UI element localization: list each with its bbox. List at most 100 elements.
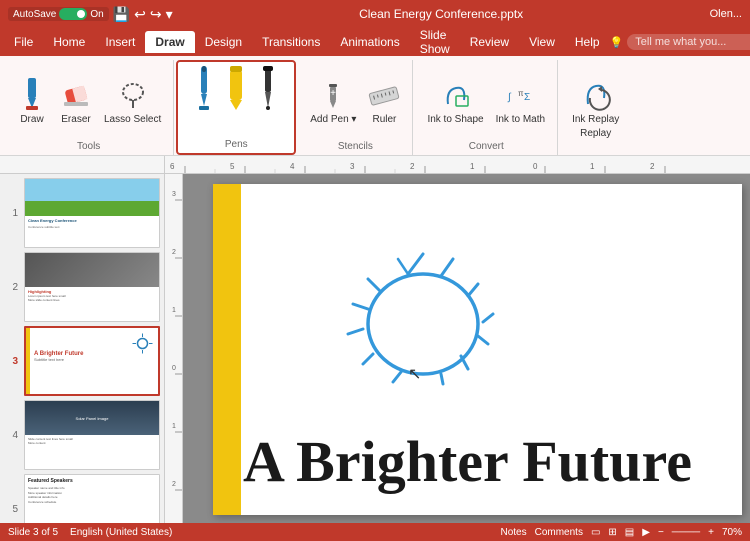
normal-view-icon[interactable]: ▭ (591, 527, 600, 538)
ribbon: Draw Eraser (0, 56, 750, 156)
lasso-label: Lasso Select (104, 114, 161, 126)
language-label: English (United States) (70, 527, 172, 538)
app-title: Clean Energy Conference.pptx (359, 7, 523, 21)
menu-design[interactable]: Design (195, 31, 252, 53)
slide-item-1[interactable]: 1 Clean Energy Conference Conference sub… (4, 178, 160, 248)
main-content: 1 Clean Energy Conference Conference sub… (0, 174, 750, 523)
comments-button[interactable]: Comments (535, 527, 583, 538)
eraser-label: Eraser (61, 114, 90, 126)
autosave-label: AutoSave (13, 9, 56, 20)
stencils-group-label: Stencils (338, 141, 373, 155)
svg-text:0: 0 (533, 162, 538, 171)
svg-text:1: 1 (590, 162, 595, 171)
menu-view[interactable]: View (519, 31, 565, 53)
ink-replay-label: Ink Replay (572, 114, 619, 126)
save-icon[interactable]: 💾 (113, 6, 130, 23)
undo-icon[interactable]: ↩ (134, 6, 146, 23)
title-bar: AutoSave On 💾 ↩ ↪ ▾ Clean Energy Confere… (0, 0, 750, 28)
ink-replay-button[interactable]: Ink Replay Replay (568, 76, 623, 144)
ribbon-group-pens: Pens (176, 60, 296, 155)
sun-drawing (293, 214, 553, 454)
menu-draw[interactable]: Draw (145, 31, 194, 53)
reading-view-icon[interactable]: ▤ (625, 527, 634, 538)
autosave-indicator[interactable]: AutoSave On (8, 7, 109, 21)
menu-review[interactable]: Review (460, 31, 519, 53)
ink-to-math-label: Ink to Math (496, 114, 545, 126)
svg-text:Σ: Σ (524, 92, 530, 103)
ink-to-shape-button[interactable]: Ink to Shape (423, 76, 487, 130)
svg-text:6: 6 (170, 162, 175, 171)
username: Olen... (710, 8, 742, 20)
menu-help[interactable]: Help (565, 31, 610, 53)
redo-icon[interactable]: ↪ (150, 6, 162, 23)
slide-item-4[interactable]: 4 Solar Panel Image Slide content text l… (4, 400, 160, 470)
slide-thumb-4[interactable]: Solar Panel Image Slide content text lin… (24, 400, 160, 470)
slide-thumb-2[interactable]: Highlighting Lorem ipsum text here small… (24, 252, 160, 322)
autosave-status: On (90, 9, 103, 20)
menu-animations[interactable]: Animations (330, 31, 409, 53)
pen-black-button[interactable] (255, 64, 281, 116)
svg-text:4: 4 (290, 162, 295, 171)
add-pen-button[interactable]: + Add Pen ▾ (306, 76, 360, 130)
slide-item-5[interactable]: 5 Featured Speakers Speaker name and tit… (4, 474, 160, 523)
draw-button[interactable]: Draw (12, 76, 52, 130)
add-pen-label: Add Pen ▾ (310, 114, 356, 126)
pens-items (191, 64, 281, 116)
slide-thumb-1[interactable]: Clean Energy Conference Conference subti… (24, 178, 160, 248)
ink-to-math-icon: ∫ π Σ (504, 80, 536, 112)
tell-me-input[interactable] (627, 34, 750, 50)
replay-items: Ink Replay Replay (568, 64, 623, 155)
zoom-slider[interactable]: ──── (672, 527, 700, 538)
ruler-vertical: 3 2 1 0 1 2 (165, 174, 183, 523)
svg-text:5: 5 (230, 162, 235, 171)
lasso-icon (117, 80, 149, 112)
ruler-button[interactable]: Ruler (364, 76, 404, 130)
ribbon-group-tools: Draw Eraser (4, 60, 174, 155)
add-pen-icon: + (317, 80, 349, 112)
main-slide[interactable]: ↖ A Brighter Future (213, 184, 742, 515)
zoom-level: 70% (722, 527, 742, 538)
slideshow-icon[interactable]: ▶ (642, 527, 650, 538)
svg-text:2: 2 (650, 162, 655, 171)
svg-text:1: 1 (172, 423, 176, 430)
slide-item-3[interactable]: 3 A Brighter Future Subt (4, 326, 160, 396)
autosave-dot (77, 10, 85, 18)
eraser-button[interactable]: Eraser (56, 76, 96, 130)
lasso-select-button[interactable]: Lasso Select (100, 76, 165, 130)
ribbon-group-replay: Ink Replay Replay (560, 60, 631, 155)
pen-yellow-button[interactable] (223, 64, 249, 116)
menu-insert[interactable]: Insert (95, 31, 145, 53)
menu-slideshow[interactable]: Slide Show (410, 24, 460, 60)
autosave-toggle[interactable] (59, 8, 87, 20)
ruler-corner (0, 156, 165, 173)
yellow-accent-bar (213, 184, 241, 515)
ink-to-math-button[interactable]: ∫ π Σ Ink to Math (492, 76, 549, 130)
lightbulb-icon: 💡 (610, 36, 624, 49)
ruler-icon (368, 80, 400, 112)
svg-text:2: 2 (172, 249, 176, 256)
menu-bar: File Home Insert Draw Design Transitions… (0, 28, 750, 56)
eraser-icon (60, 80, 92, 112)
ruler-label: Ruler (372, 114, 396, 126)
slide-thumb-3[interactable]: A Brighter Future Subtitle text here (24, 326, 160, 396)
menu-home[interactable]: Home (43, 31, 95, 53)
notes-button[interactable]: Notes (500, 527, 526, 538)
slide-number-3: 3 (4, 356, 18, 367)
slide-number-2: 2 (4, 282, 18, 293)
svg-text:0: 0 (172, 365, 176, 372)
slide-item-2[interactable]: 2 Highlighting Lorem ipsum text here sma… (4, 252, 160, 322)
tools-items: Draw Eraser (12, 64, 165, 141)
menu-file[interactable]: File (4, 31, 43, 53)
zoom-out-button[interactable]: − (658, 527, 664, 538)
slide-number-5: 5 (4, 504, 18, 515)
pen-blue-button[interactable] (191, 64, 217, 116)
canvas-area[interactable]: ↖ A Brighter Future (183, 174, 750, 523)
slide-number-1: 1 (4, 208, 18, 219)
slide-thumb-5[interactable]: Featured Speakers Speaker name and title… (24, 474, 160, 523)
svg-text:3: 3 (350, 162, 355, 171)
stencils-items: + Add Pen ▾ (306, 64, 404, 141)
customize-icon[interactable]: ▾ (166, 6, 173, 23)
zoom-in-button[interactable]: + (708, 527, 714, 538)
menu-transitions[interactable]: Transitions (252, 31, 330, 53)
slide-sorter-icon[interactable]: ⊞ (608, 527, 616, 538)
